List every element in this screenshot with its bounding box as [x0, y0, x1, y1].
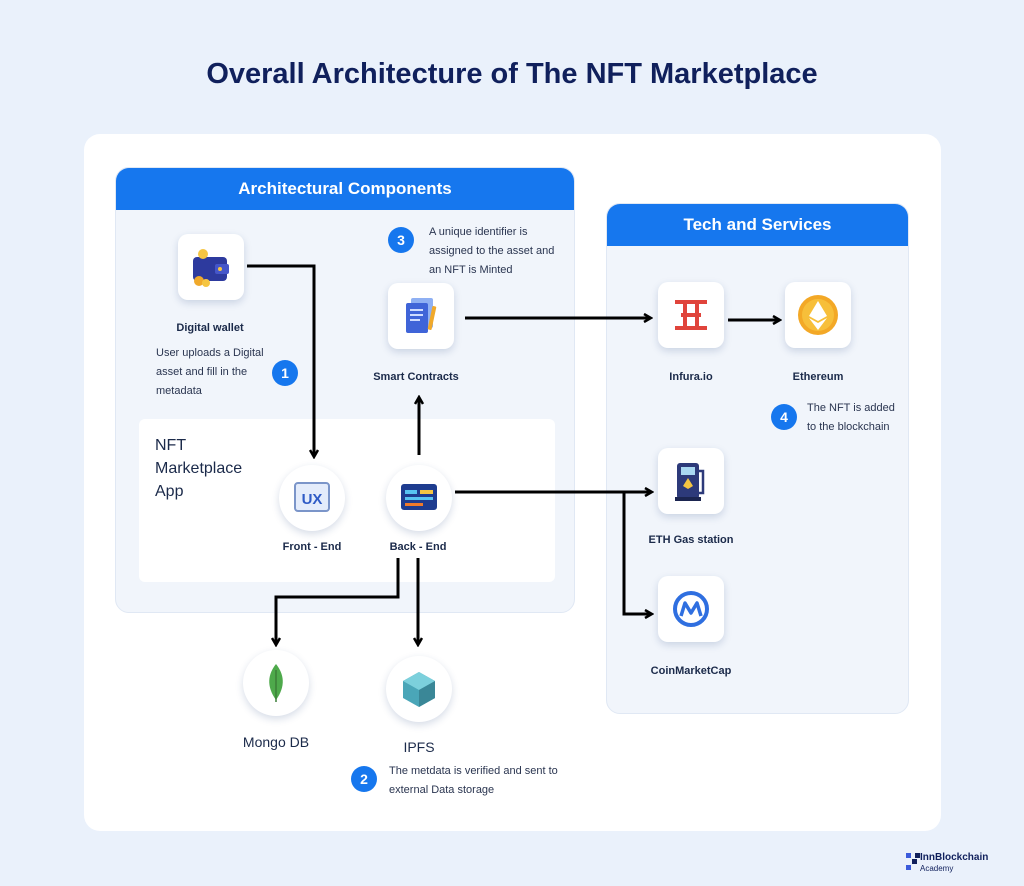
eth-gas-station-label: ETH Gas station: [648, 534, 734, 546]
brand-name: InnBlockchain Academy: [920, 852, 988, 874]
ux-icon: UX: [294, 482, 330, 512]
front-end-node: UX: [279, 465, 345, 531]
coinmarketcap-logo-icon: [673, 591, 709, 627]
smart-contracts-label: Smart Contracts: [373, 371, 459, 383]
svg-text:UX: UX: [302, 491, 323, 508]
eth-gas-station-node: [658, 448, 724, 514]
ipfs-node: [386, 656, 452, 722]
step-1-text: User uploads a Digital asset and fill in…: [156, 347, 264, 397]
brand-line-2: Academy: [920, 864, 954, 873]
infura-node: [658, 282, 724, 348]
digital-wallet-label: Digital wallet: [176, 322, 244, 334]
server-window-icon: [401, 484, 437, 510]
mongodb-leaf-icon: [269, 664, 283, 702]
step-3-badge: 3: [388, 227, 414, 253]
step-1-badge: 1: [272, 360, 298, 386]
back-end-node: [386, 465, 452, 531]
coinmarketcap-label: CoinMarketCap: [650, 665, 732, 677]
infura-logo-icon: [675, 300, 707, 330]
gas-pump-icon: [675, 463, 705, 501]
innblockchain-logo-icon: [906, 853, 920, 870]
step-4-text: The NFT is added to the blockchain: [807, 402, 895, 433]
contract-document-icon: [406, 298, 437, 333]
step-2-badge: 2: [351, 766, 377, 792]
ipfs-label: IPFS: [403, 739, 435, 755]
ethereum-node: [785, 282, 851, 348]
smart-contracts-node: [388, 283, 454, 349]
infura-label: Infura.io: [669, 371, 713, 383]
digital-wallet-node: [178, 234, 244, 300]
step-3-text: A unique identifier is assigned to the a…: [429, 226, 555, 276]
brand-line-1: InnBlockchain: [920, 852, 989, 863]
step-4-badge: 4: [771, 404, 797, 430]
ethereum-label: Ethereum: [792, 371, 844, 383]
front-end-label: Front - End: [282, 541, 342, 553]
ethereum-coin-icon: [798, 295, 838, 335]
arrow-backend-to-coinmarketcap: [622, 492, 651, 614]
wallet-icon: [193, 249, 229, 287]
coinmarketcap-node: [658, 576, 724, 642]
ipfs-cube-icon: [403, 672, 435, 707]
back-end-label: Back - End: [389, 541, 447, 553]
mongodb-label: Mongo DB: [242, 734, 310, 750]
arrow-backend-to-mongodb: [276, 558, 400, 644]
step-2-text: The metdata is verified and sent to exte…: [389, 765, 558, 796]
connector-arrows: [247, 264, 1024, 886]
mongodb-node: [243, 650, 309, 716]
